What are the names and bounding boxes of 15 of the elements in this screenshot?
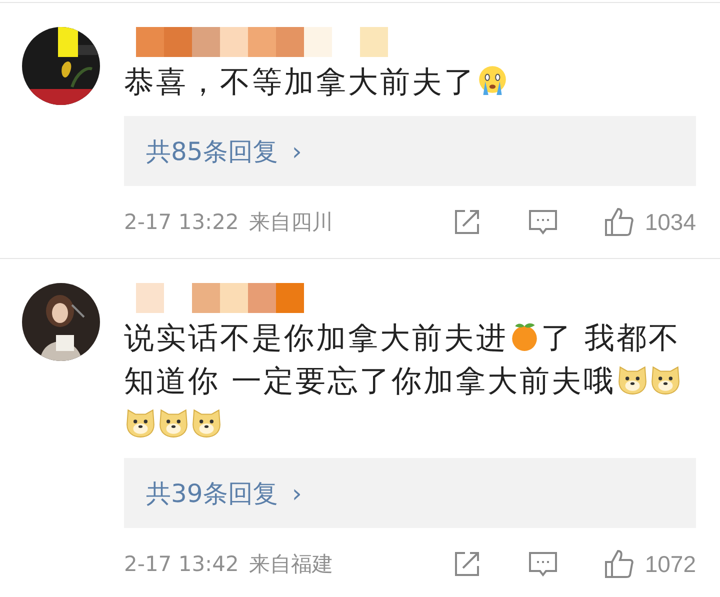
thumbs-up-icon bbox=[602, 206, 635, 238]
like-button[interactable]: 1034 bbox=[602, 206, 696, 238]
like-button[interactable]: 1072 bbox=[602, 548, 696, 580]
comment-text: 知道你 一定要忘了你加拿大前夫哦 bbox=[124, 364, 616, 399]
comment-source: 来自福建 bbox=[248, 551, 333, 578]
replies-link[interactable]: 共39条回复 › bbox=[146, 476, 302, 510]
comment-text: 了 我都不 bbox=[541, 321, 681, 356]
replies-link[interactable]: 共85条回复 › bbox=[146, 134, 302, 168]
thumbs-up-icon bbox=[602, 548, 635, 580]
comment-time: 2-17 13:42 bbox=[124, 552, 239, 576]
comment-text: 恭喜，不等加拿大前夫了 bbox=[124, 65, 476, 100]
comment-time: 2-17 13:22 bbox=[124, 210, 239, 234]
comment-source: 来自四川 bbox=[248, 209, 333, 236]
comment-text: 说实话不是你加拿大前夫进 bbox=[124, 321, 508, 356]
crying-face-icon bbox=[476, 64, 509, 97]
